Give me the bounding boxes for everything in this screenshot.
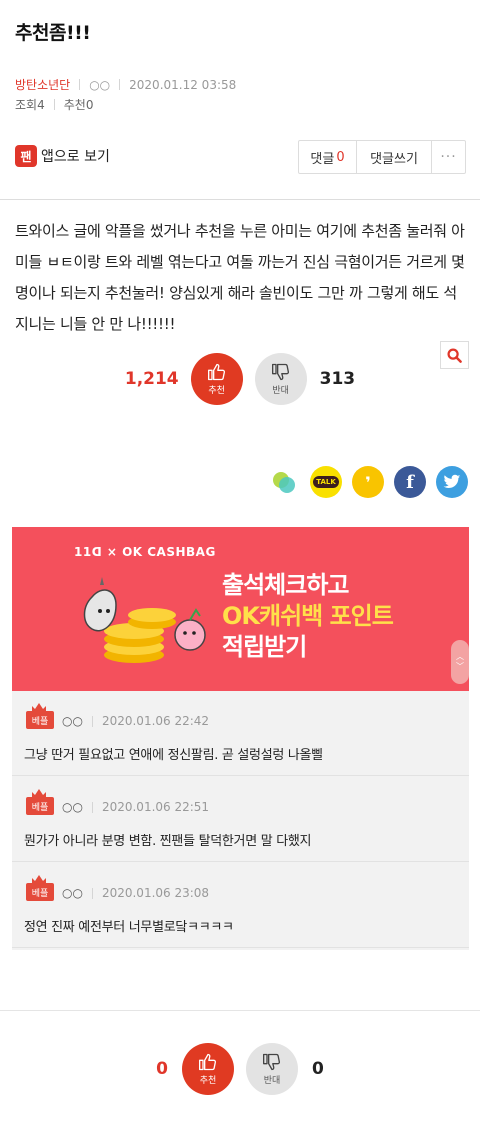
header-divider bbox=[0, 199, 480, 200]
thumbs-up-icon bbox=[207, 363, 225, 381]
promo-banner[interactable]: 11ᗡ × OK CASHBAG 출석체크하고 OK캐쉬백 포인트 적립받기 ︿… bbox=[12, 527, 469, 691]
downvote-button[interactable]: 반대 bbox=[254, 353, 307, 405]
banner-scroll-handle[interactable]: ︿ ﹀ bbox=[451, 640, 469, 684]
downvote-count: 0 bbox=[312, 1059, 324, 1079]
downvote-label: 반대 bbox=[263, 1076, 281, 1086]
board-link[interactable]: 방탄소년단 bbox=[15, 76, 70, 93]
comment-meta: ○○ 2020.01.06 23:08 bbox=[62, 886, 209, 900]
post-body: 트와이스 글에 악플을 썼거나 추천을 누른 아미는 여기에 추천좀 눌러줘 아… bbox=[15, 222, 465, 333]
recommend-count: 0 bbox=[85, 97, 94, 112]
comment-date: 2020.01.06 23:08 bbox=[101, 886, 210, 900]
write-comment-button[interactable]: 댓글쓰기 bbox=[357, 141, 432, 173]
comment-meta: ○○ 2020.01.06 22:42 bbox=[62, 714, 209, 728]
post-title: 추천좀!!! bbox=[15, 22, 91, 44]
thumbs-up-icon bbox=[199, 1053, 217, 1071]
comment-date: 2020.01.06 22:51 bbox=[101, 800, 210, 814]
recommend-label: 추천 bbox=[63, 98, 86, 112]
chevron-up-icon: ︿ bbox=[456, 652, 464, 661]
comment-text: 뭔가가 아니라 분명 변함. 찐팬들 탈덕한거면 말 다했지 bbox=[24, 834, 312, 849]
views-count: 4 bbox=[37, 97, 45, 112]
facebook-share-button[interactable]: f bbox=[394, 466, 426, 498]
comment-date: 2020.01.06 22:42 bbox=[101, 714, 210, 728]
list-item: 베플 ○○ 2020.01.06 22:42 그냥 딴거 필요없고 연애에 정신… bbox=[12, 691, 469, 776]
meta-separator bbox=[119, 79, 121, 90]
bottom-vote-bar: 0 추천 반대 0 bbox=[0, 1043, 480, 1095]
post-stats: 조회 4 추천 0 bbox=[15, 96, 93, 113]
banner-headline-3: 적립받기 bbox=[222, 633, 307, 661]
downvote-label: 반대 bbox=[272, 386, 289, 396]
comments-button[interactable]: 댓글 0 bbox=[299, 141, 357, 173]
best-comments-list: 베플 ○○ 2020.01.06 22:42 그냥 딴거 필요없고 연애에 정신… bbox=[12, 691, 469, 950]
upvote-label: 추천 bbox=[199, 1076, 217, 1086]
banner-headline-1: 출석체크하고 bbox=[222, 571, 349, 599]
comment-author[interactable]: ○○ bbox=[62, 800, 83, 814]
best-badge: 베플 bbox=[26, 797, 54, 815]
share-bar: TALK ❜ f bbox=[268, 466, 468, 498]
author-name[interactable]: ○○ bbox=[89, 78, 110, 92]
comment-text: 정연 진짜 예전부터 너무별로닼ㅋㅋㅋㅋ bbox=[24, 920, 234, 935]
kakaostory-share-button[interactable]: ❜ bbox=[352, 466, 384, 498]
comment-author[interactable]: ○○ bbox=[62, 886, 83, 900]
chevron-down-icon: ﹀ bbox=[456, 662, 464, 671]
post-meta: 방탄소년단 ○○ 2020.01.12 03:58 bbox=[15, 76, 236, 93]
kakaostory-icon: ❜ bbox=[365, 472, 371, 492]
upvote-count: 1,214 bbox=[124, 369, 179, 389]
kakaotalk-share-button[interactable]: TALK bbox=[310, 466, 342, 498]
thumbs-down-icon bbox=[271, 363, 289, 381]
best-badge: 베플 bbox=[26, 711, 54, 729]
upvote-count: 0 bbox=[156, 1059, 168, 1079]
comment-meta: ○○ 2020.01.06 22:51 bbox=[62, 800, 209, 814]
upvote-button[interactable]: 추천 bbox=[190, 353, 243, 405]
comments-label: 댓글 bbox=[310, 151, 335, 167]
upvote-label: 추천 bbox=[208, 386, 225, 396]
views-label: 조회 bbox=[15, 98, 38, 112]
banner-headline-2: OK캐쉬백 포인트 bbox=[222, 602, 394, 630]
meta-separator bbox=[91, 801, 93, 813]
upvote-button[interactable]: 추천 bbox=[182, 1043, 234, 1095]
app-logo-icon: 팬 bbox=[15, 145, 37, 167]
banner-mascot-illustration bbox=[83, 577, 206, 663]
meta-separator bbox=[79, 79, 81, 90]
thumbs-down-icon bbox=[263, 1053, 281, 1071]
more-options-button[interactable]: ··· bbox=[432, 141, 465, 173]
band-share-button[interactable] bbox=[268, 466, 300, 498]
downvote-button[interactable]: 반대 bbox=[246, 1043, 298, 1095]
downvote-count: 313 bbox=[319, 369, 356, 389]
open-in-app-label: 앱으로 보기 bbox=[41, 149, 110, 165]
twitter-share-button[interactable] bbox=[436, 466, 468, 498]
band-icon bbox=[273, 472, 295, 493]
list-item: 베플 ○○ 2020.01.06 23:08 정연 진짜 예전부터 너무별로닼ㅋ… bbox=[12, 863, 469, 948]
meta-separator bbox=[91, 887, 93, 899]
post-vote-bar: 1,214 추천 반대 313 bbox=[0, 353, 480, 405]
meta-separator bbox=[53, 99, 55, 110]
banner-brand: 11ᗡ × OK CASHBAG bbox=[74, 545, 216, 559]
open-in-app-button[interactable]: 팬 앱으로 보기 bbox=[15, 145, 110, 167]
comment-author[interactable]: ○○ bbox=[62, 714, 83, 728]
facebook-icon: f bbox=[406, 471, 414, 493]
post-date: 2020.01.12 03:58 bbox=[129, 77, 237, 92]
comment-text: 그냥 딴거 필요없고 연애에 정신팔림. 곧 설렁설렁 나올삘 bbox=[24, 748, 323, 763]
list-item: 베플 ○○ 2020.01.06 22:51 뭔가가 아니라 분명 변함. 찐팬… bbox=[12, 777, 469, 862]
meta-separator bbox=[91, 715, 93, 727]
footer-divider bbox=[0, 1010, 480, 1011]
best-badge: 베플 bbox=[26, 883, 54, 901]
comments-count: 0 bbox=[336, 149, 345, 165]
twitter-icon bbox=[443, 474, 461, 488]
comment-toolbar: 댓글 0 댓글쓰기 ··· bbox=[298, 140, 466, 174]
kakaotalk-icon: TALK bbox=[313, 476, 339, 488]
